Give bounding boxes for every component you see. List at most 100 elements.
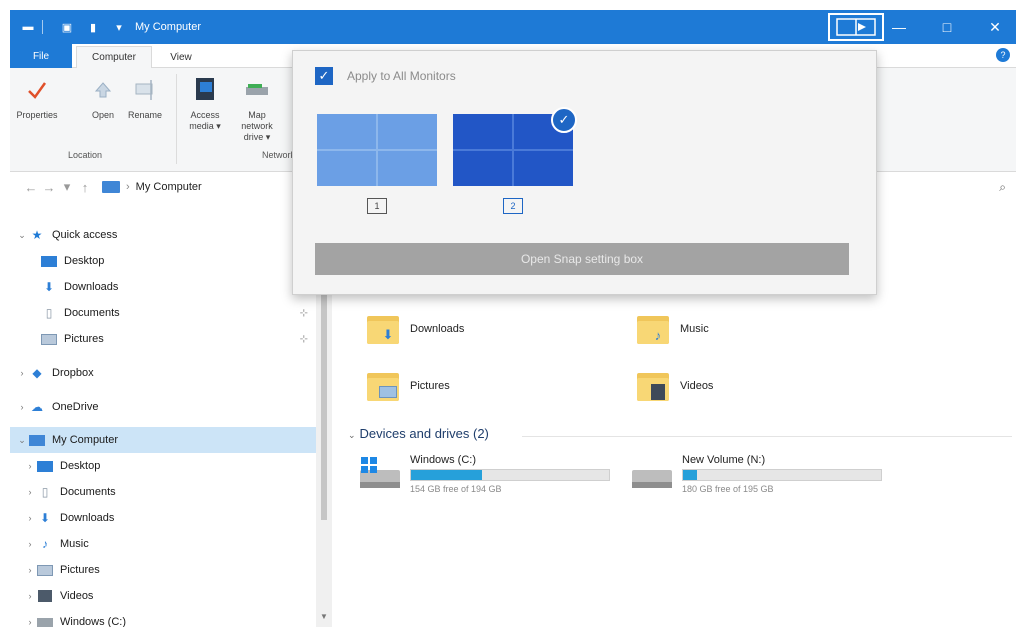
pictures-icon — [40, 332, 58, 346]
drive-usage-fill — [683, 470, 697, 480]
collapse-chevron-icon[interactable]: ⌄ — [348, 430, 356, 440]
apply-all-checkbox[interactable]: ✓ — [315, 67, 333, 85]
minimize-button[interactable]: — — [876, 10, 922, 44]
properties-check-icon — [23, 76, 51, 104]
nav-label: Pictures — [64, 333, 104, 345]
layout-zone[interactable] — [453, 151, 512, 186]
folder-icon: ▬ — [22, 21, 34, 33]
drive-name: New Volume (N:) — [682, 454, 766, 466]
documents-icon: ▯ — [41, 485, 49, 499]
desktop-icon — [36, 459, 54, 473]
ribbon-group-network: Network — [262, 150, 296, 160]
layout-zone[interactable] — [317, 151, 376, 186]
open-snap-settings-button[interactable]: Open Snap setting box — [315, 243, 849, 275]
scroll-down-icon[interactable]: ▼ — [320, 612, 328, 621]
monitor-2-button[interactable]: 2 — [501, 194, 525, 218]
maximize-button[interactable]: □ — [924, 10, 970, 44]
nav-quick-access[interactable]: ⌄ ★ Quick access — [10, 222, 316, 248]
expand-chevron-icon[interactable]: › — [24, 487, 36, 497]
nav-label: Dropbox — [52, 367, 94, 379]
expand-chevron-icon[interactable]: ⌄ — [16, 435, 28, 446]
drive-new-volume-n[interactable]: New Volume (N:) 180 GB free of 195 GB — [628, 454, 882, 494]
search-icon[interactable]: ⌕ — [999, 180, 1006, 195]
forward-icon[interactable]: → — [40, 180, 58, 195]
access-media-button[interactable]: Access media ▾ — [182, 76, 228, 132]
tab-file[interactable]: File — [10, 44, 72, 68]
help-icon[interactable]: ? — [996, 48, 1010, 62]
nav-label: Videos — [60, 590, 94, 602]
nav-item-pc-music[interactable]: › ♪ Music — [10, 531, 316, 557]
rename-button[interactable]: Rename — [122, 76, 168, 121]
nav-label: Downloads — [64, 281, 119, 293]
layout-zone[interactable] — [514, 151, 573, 186]
computer-icon — [102, 181, 120, 193]
monitor-1-layout[interactable] — [317, 114, 437, 186]
open-label: Open — [91, 110, 115, 120]
expand-chevron-icon[interactable]: › — [24, 461, 36, 471]
layout-zone[interactable] — [378, 151, 437, 186]
layout-zone[interactable] — [378, 114, 437, 149]
expand-chevron-icon[interactable]: › — [24, 617, 36, 627]
expand-chevron-icon[interactable]: ⌄ — [16, 230, 28, 241]
nav-item-pc-downloads[interactable]: › ⬇ Downloads — [10, 505, 316, 531]
folder-videos[interactable]: Videos — [634, 367, 713, 405]
videos-icon — [36, 589, 54, 603]
nav-item-onedrive[interactable]: › ☁ OneDrive — [10, 394, 316, 420]
up-icon[interactable]: ↑ — [76, 180, 94, 195]
properties-button[interactable]: Properties — [14, 76, 60, 121]
breadcrumb-separator: › — [126, 181, 130, 193]
expand-chevron-icon[interactable]: › — [24, 513, 36, 523]
monitor-number: 1 — [374, 201, 380, 211]
folder-label: Videos — [680, 380, 714, 392]
nav-item-downloads[interactable]: ⬇ Downloads ⊹ — [10, 274, 316, 300]
drive-usage-bar — [410, 469, 610, 481]
expand-chevron-icon[interactable]: › — [24, 539, 36, 549]
open-button[interactable]: Open — [80, 76, 126, 121]
nav-item-desktop[interactable]: Desktop ⊹ — [10, 248, 316, 274]
folder-music[interactable]: ♪ Music — [634, 310, 709, 348]
recent-locations-icon[interactable]: ▾ — [58, 179, 76, 195]
new-folder-quick-icon[interactable]: ▮ — [85, 20, 101, 34]
nav-item-my-computer[interactable]: ⌄ My Computer — [10, 427, 316, 453]
apply-all-label[interactable]: Apply to All Monitors — [347, 69, 456, 83]
tab-computer[interactable]: Computer — [76, 46, 152, 68]
ribbon-divider — [176, 74, 177, 164]
documents-icon: ▯ — [45, 306, 53, 320]
pin-icon[interactable]: ⊹ — [300, 308, 308, 319]
expand-chevron-icon[interactable]: › — [16, 402, 28, 412]
properties-quick-icon[interactable]: ▣ — [59, 20, 75, 34]
tab-view[interactable]: View — [158, 46, 204, 68]
nav-item-pc-pictures[interactable]: › Pictures — [10, 557, 316, 583]
close-button[interactable]: ✕ — [972, 10, 1016, 44]
nav-item-documents[interactable]: ▯ Documents ⊹ — [10, 300, 316, 326]
devices-section-title[interactable]: ⌄ Devices and drives (2) — [348, 426, 489, 441]
windows-logo-icon — [361, 457, 377, 473]
nav-item-pictures[interactable]: Pictures ⊹ — [10, 326, 316, 352]
back-icon[interactable]: ← — [22, 180, 40, 195]
expand-chevron-icon[interactable]: › — [16, 368, 28, 378]
map-network-drive-button[interactable]: Map network drive ▾ — [232, 76, 282, 143]
nav-item-pc-videos[interactable]: › Videos — [10, 583, 316, 609]
folder-downloads[interactable]: ⬇ Downloads — [364, 310, 464, 348]
breadcrumb[interactable]: › My Computer — [102, 181, 202, 193]
layout-zone[interactable] — [453, 114, 512, 149]
layout-zone[interactable] — [317, 114, 376, 149]
folder-label: Pictures — [410, 380, 450, 392]
nav-item-dropbox[interactable]: › ◆ Dropbox — [10, 360, 316, 386]
drive-windows-c[interactable]: Windows (C:) 154 GB free of 194 GB — [356, 454, 610, 494]
drive-icon — [36, 615, 54, 627]
expand-chevron-icon[interactable]: › — [24, 591, 36, 601]
snap-layout-icon — [836, 18, 876, 36]
onedrive-icon: ☁ — [31, 400, 43, 414]
folder-pictures[interactable]: Pictures — [364, 367, 450, 405]
monitor-1-button[interactable]: 1 — [365, 194, 389, 218]
access-media-label: Access media ▾ — [189, 110, 221, 131]
nav-item-pc-documents[interactable]: › ▯ Documents — [10, 479, 316, 505]
nav-label: Documents — [64, 307, 120, 319]
quick-access-dropdown-icon[interactable]: ▾ — [111, 20, 127, 34]
nav-item-pc-windows-c[interactable]: › Windows (C:) — [10, 609, 316, 627]
pin-icon[interactable]: ⊹ — [300, 334, 308, 345]
expand-chevron-icon[interactable]: › — [24, 565, 36, 575]
nav-item-pc-desktop[interactable]: › Desktop — [10, 453, 316, 479]
star-icon: ★ — [31, 228, 43, 242]
